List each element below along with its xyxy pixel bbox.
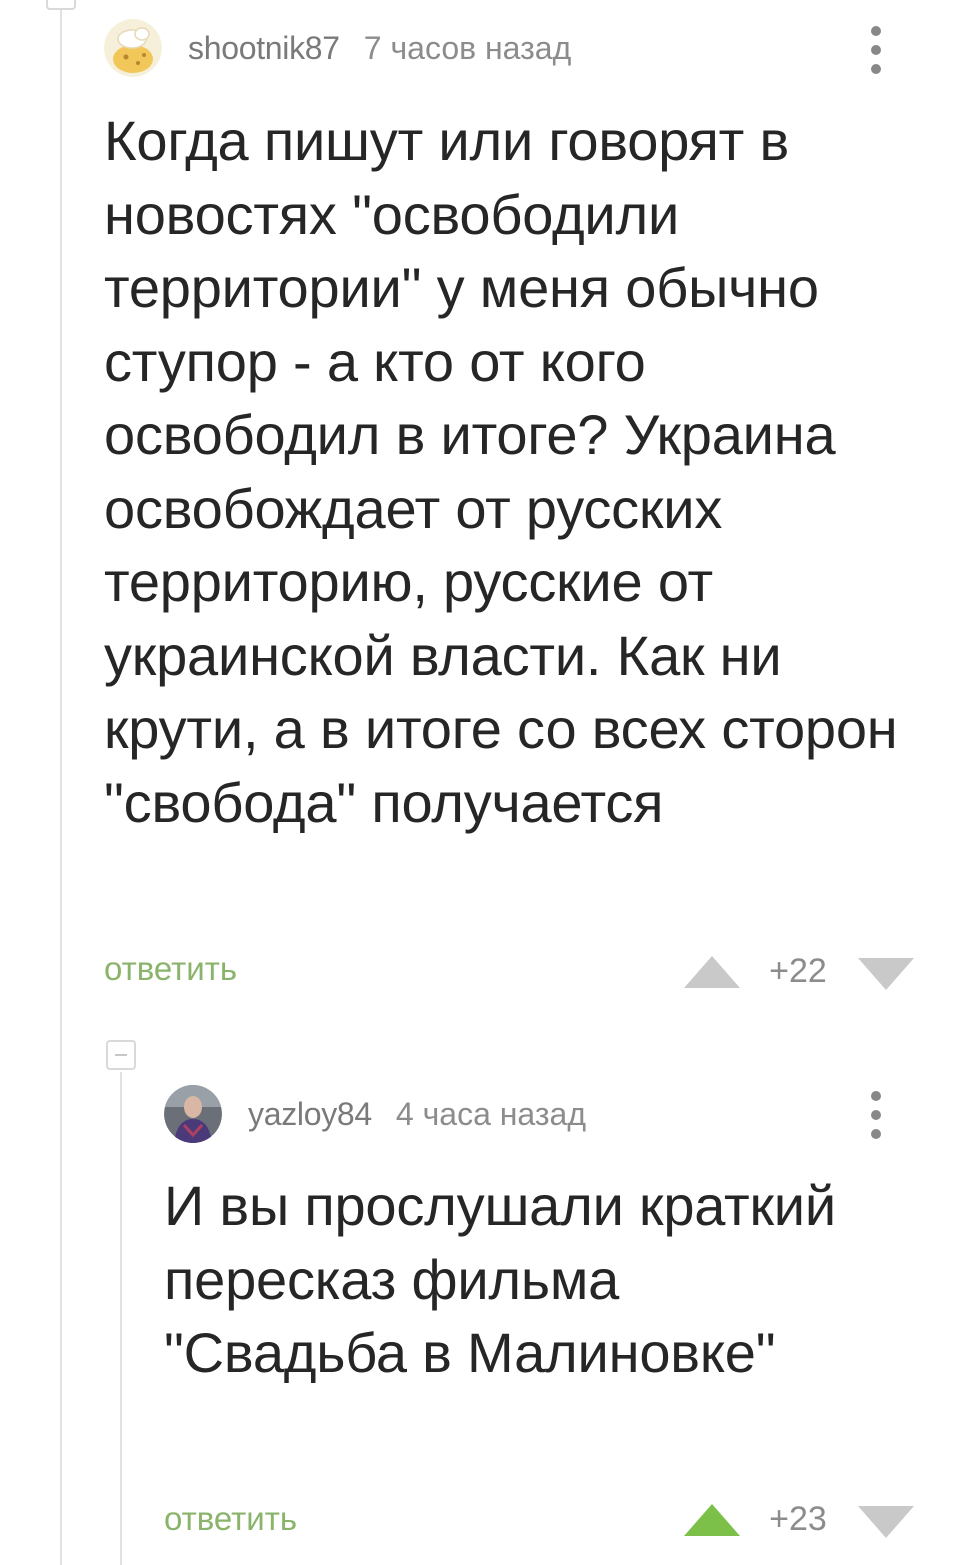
comment-2-username[interactable]: yazloy84 bbox=[248, 1096, 372, 1133]
comment-2-more-icon[interactable] bbox=[866, 1085, 886, 1145]
comment-2-downvote-icon[interactable] bbox=[858, 1506, 914, 1543]
photo-avatar-icon[interactable] bbox=[164, 1085, 222, 1143]
comment-2-rating: +23 bbox=[769, 1500, 827, 1538]
comment-2-reply-button[interactable]: ответить bbox=[164, 1500, 297, 1538]
comment-2-text: И вы прослушали краткий пересказ фильма … bbox=[164, 1174, 836, 1384]
comment-2-timestamp: 4 часа назад bbox=[395, 1095, 586, 1132]
comment-2-header: yazloy84 4 часа назад bbox=[164, 1084, 586, 1144]
comment-2-upvote-icon[interactable] bbox=[684, 1504, 740, 1541]
comment-2: yazloy84 4 часа назад И вы прослушали кр… bbox=[0, 0, 957, 1565]
